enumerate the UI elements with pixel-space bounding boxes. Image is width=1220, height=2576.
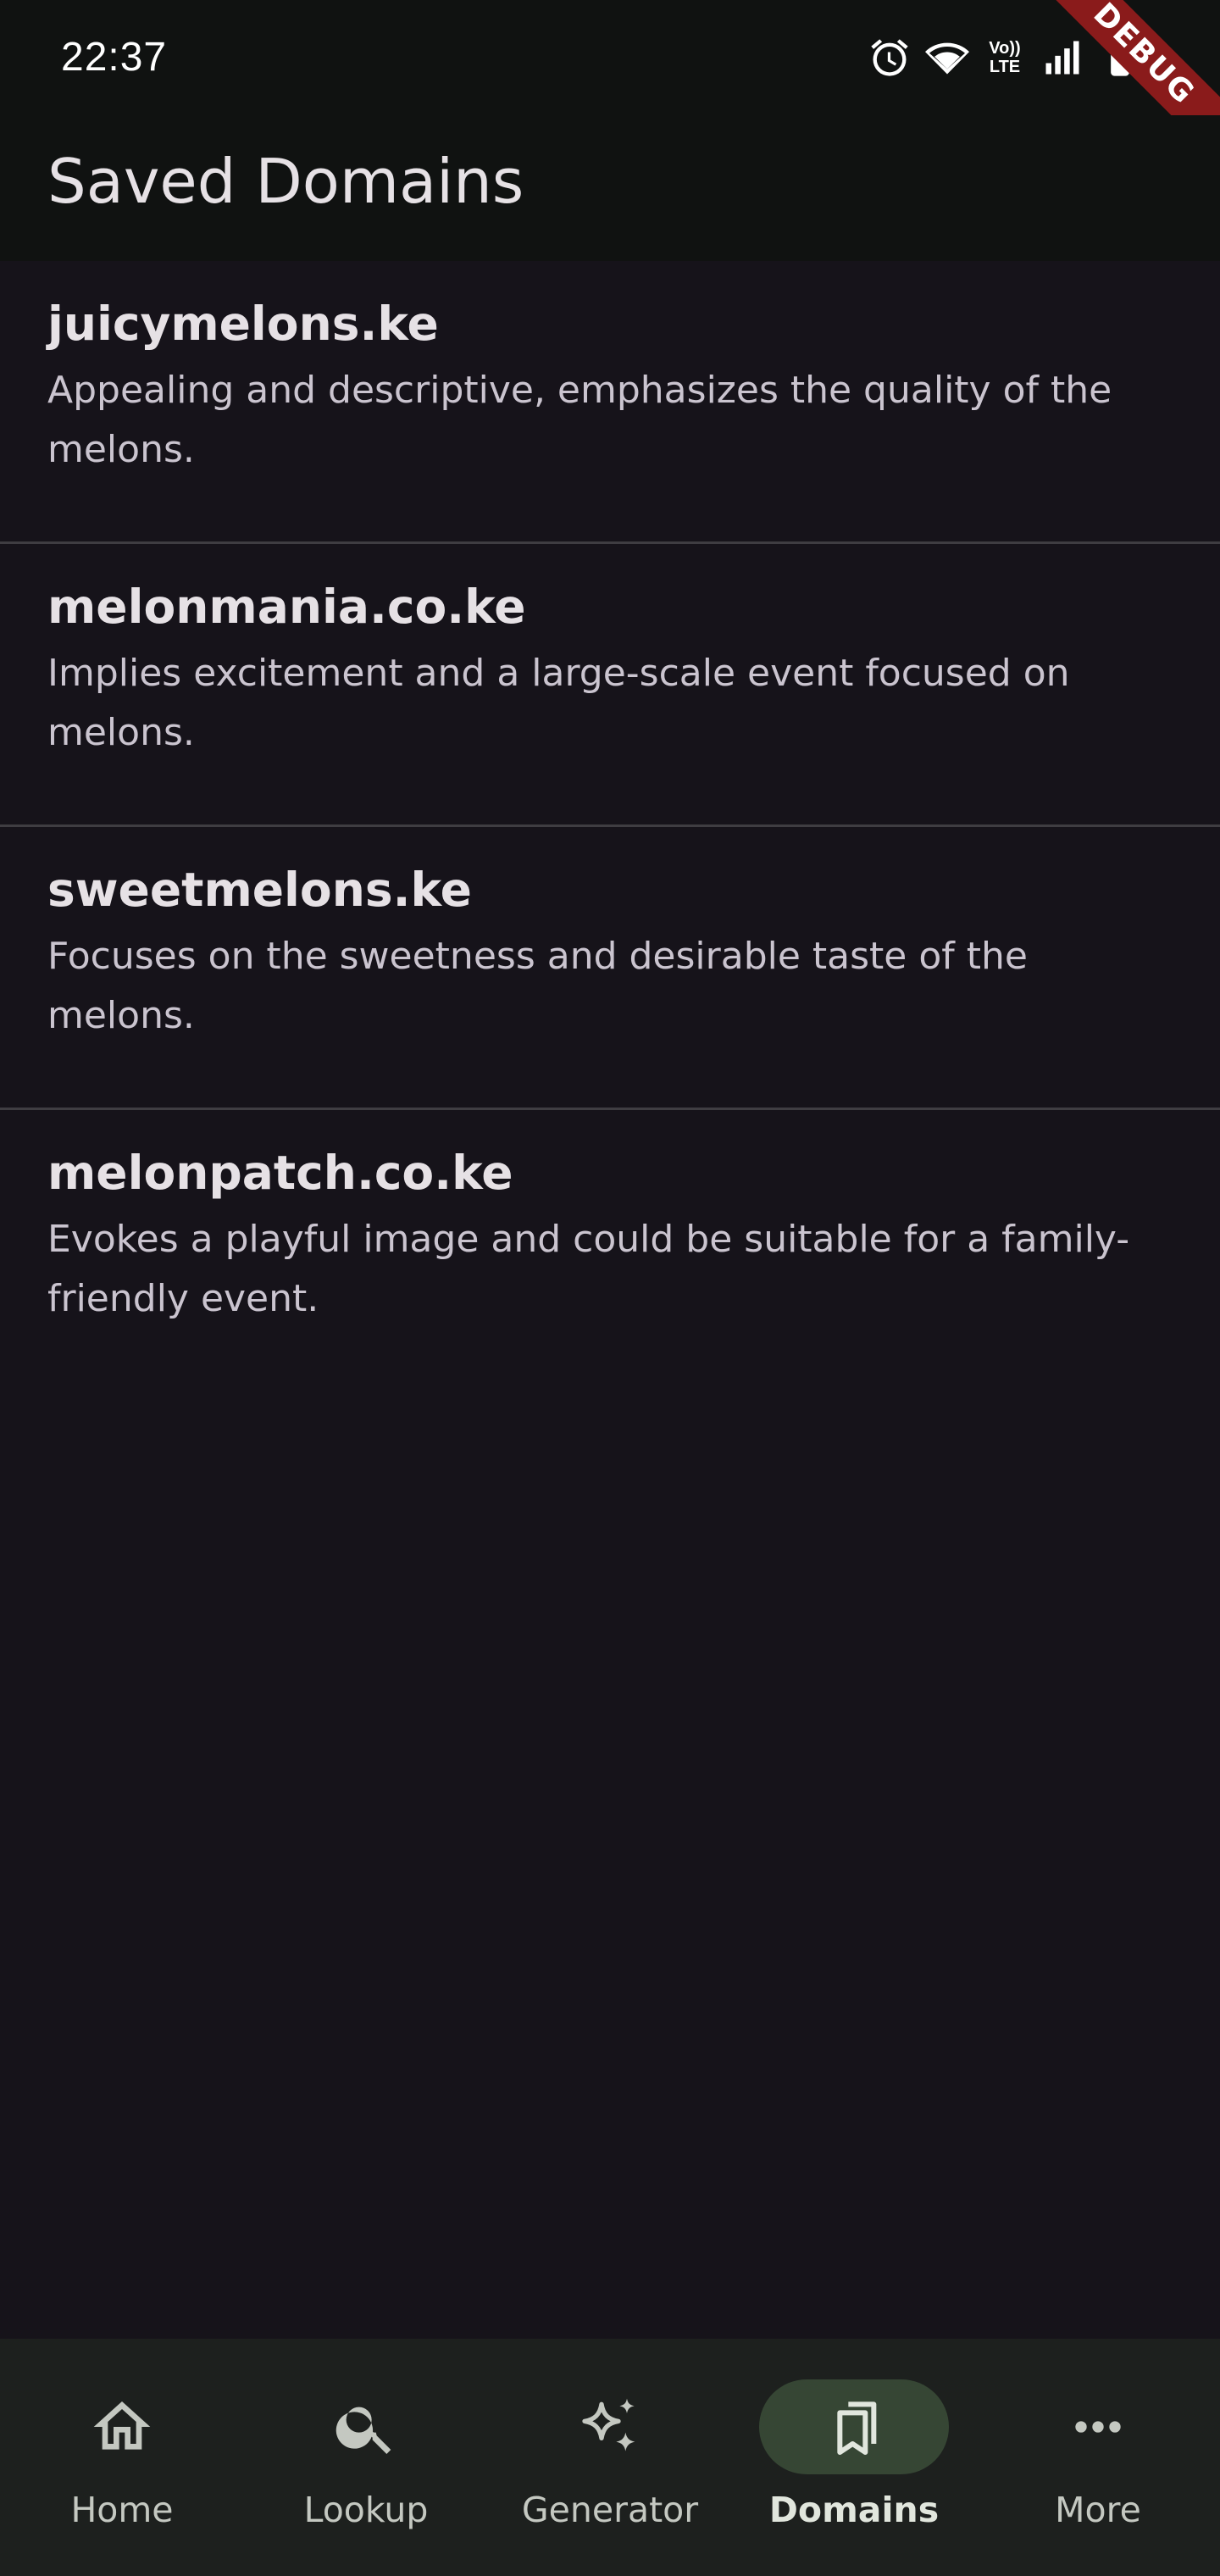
- domain-description: Focuses on the sweetness and desirable t…: [47, 935, 1028, 1037]
- list-item[interactable]: sweetmelons.ke Focuses on the sweetness …: [0, 827, 1220, 1110]
- wifi-icon: [925, 42, 969, 75]
- list-item[interactable]: juicymelons.ke Appealing and descriptive…: [0, 261, 1220, 544]
- nav-label-domains: Domains: [768, 2490, 940, 2530]
- nav-item-home[interactable]: Home: [0, 2339, 244, 2576]
- domain-description: Appealing and descriptive, emphasizes th…: [47, 369, 1112, 471]
- nav-label-generator: Generator: [521, 2490, 699, 2530]
- alarm-icon: [871, 39, 908, 76]
- signal-icon: [1045, 41, 1079, 75]
- domain-name: melonmania.co.ke: [47, 580, 526, 634]
- more-horiz-icon: [1075, 2421, 1121, 2433]
- nav-item-domains[interactable]: Domains: [732, 2339, 976, 2576]
- domain-list: juicymelons.ke Appealing and descriptive…: [0, 261, 1220, 1393]
- nav-item-more[interactable]: More: [976, 2339, 1220, 2576]
- sparkle-icon: [582, 2398, 635, 2451]
- list-item[interactable]: melonpatch.co.ke Evokes a playful image …: [0, 1110, 1220, 1393]
- app-bar: Saved Domains: [0, 115, 1220, 261]
- nav-label-more: More: [1055, 2490, 1141, 2530]
- page-title: Saved Domains: [47, 146, 524, 217]
- home-icon: [93, 2401, 151, 2450]
- search-icon: [336, 2407, 391, 2454]
- bookmarks-icon: [837, 2401, 877, 2455]
- nav-label-lookup: Lookup: [303, 2490, 429, 2530]
- domain-description: Implies excitement and a large-scale eve…: [47, 652, 1070, 754]
- nav-item-lookup[interactable]: Lookup: [244, 2339, 488, 2576]
- status-time: 22:37: [61, 35, 168, 80]
- list-item[interactable]: melonmania.co.ke Implies excitement and …: [0, 544, 1220, 827]
- domain-name: juicymelons.ke: [47, 297, 439, 351]
- volte-text-bottom: LTE: [989, 58, 1021, 76]
- status-bar: 22:37 Vo)) LTE: [0, 0, 1220, 115]
- domain-name: sweetmelons.ke: [47, 863, 472, 917]
- volte-text-top: Vo)): [989, 39, 1021, 58]
- domain-name: melonpatch.co.ke: [47, 1146, 513, 1200]
- nav-label-home: Home: [70, 2490, 174, 2530]
- domain-description: Evokes a playful image and could be suit…: [47, 1218, 1130, 1320]
- bottom-navigation: Home Lookup Generator Domains More: [0, 2339, 1220, 2576]
- volte-icon: Vo)) LTE: [983, 39, 1027, 76]
- nav-item-generator[interactable]: Generator: [488, 2339, 732, 2576]
